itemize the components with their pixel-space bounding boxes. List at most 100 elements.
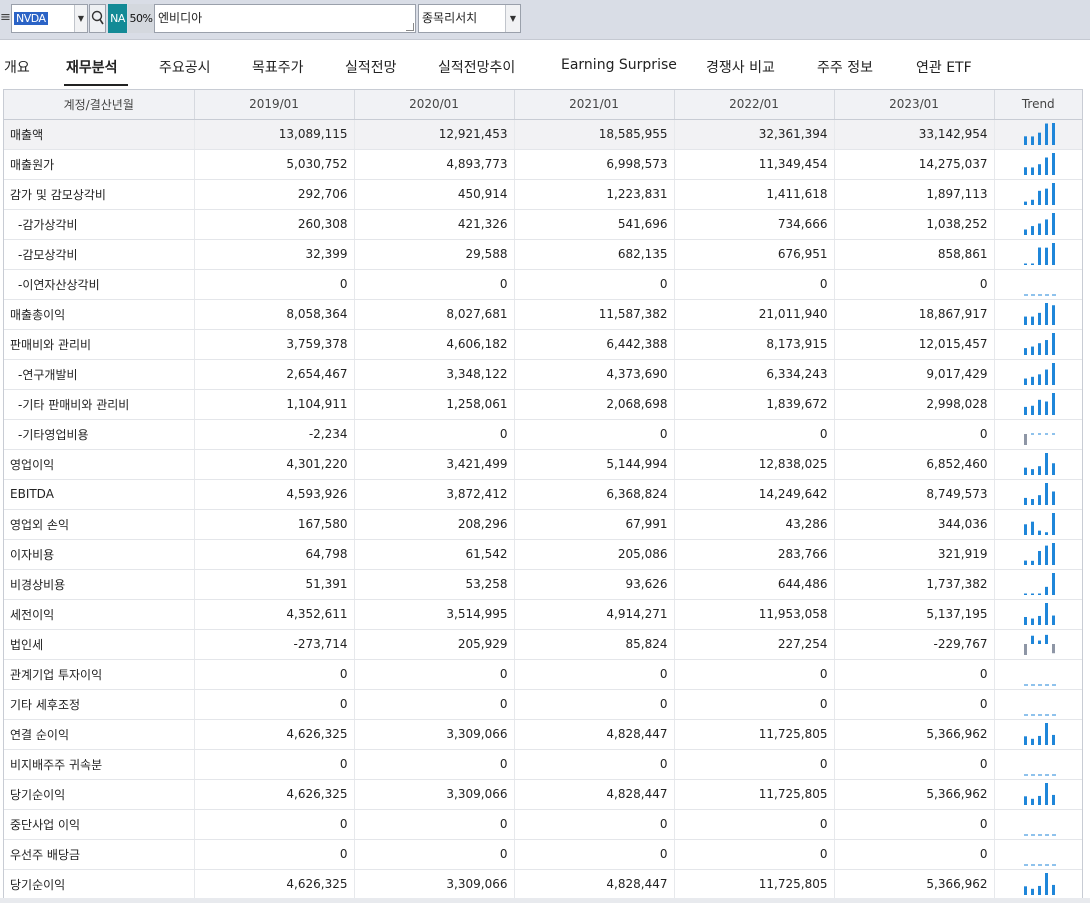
cell-value: 682,135 (514, 239, 675, 270)
trend-cell (994, 119, 1082, 150)
tab-forecast-trend[interactable]: 실적전망추이 (438, 57, 515, 77)
trend-bar (1023, 796, 1027, 805)
search-button[interactable] (89, 4, 106, 33)
trend-bar (1044, 545, 1048, 565)
cell-value: 11,725,805 (674, 779, 835, 810)
research-select[interactable]: 종목리서치 ▼ (418, 4, 521, 33)
table-row[interactable]: 관계기업 투자이익 0 0 0 0 0 (4, 659, 1082, 690)
trend-bar (1030, 635, 1034, 644)
trend-bar (1044, 453, 1048, 475)
table-row[interactable]: 연결 순이익 4,626,325 3,309,066 4,828,447 11,725,… (4, 719, 1082, 750)
row-label: 영업외 손익 (4, 509, 195, 540)
tab-financial-analysis[interactable]: 재무분석 (66, 57, 118, 77)
cell-value: 0 (834, 689, 995, 720)
table-row[interactable]: -감가상각비 260,308 421,326 541,696 734,666 1,038,… (4, 209, 1082, 240)
cell-value: 4,352,611 (194, 599, 355, 630)
trend-bar (1051, 153, 1055, 175)
cell-value: 0 (354, 689, 515, 720)
table-row[interactable]: -감모상각비 32,399 29,588 682,135 676,951 858,861 (4, 239, 1082, 270)
table-row[interactable]: 법인세 -273,714 205,929 85,824 227,254 -229,767 (4, 629, 1082, 660)
table-row[interactable]: 판매비와 관리비 3,759,378 4,606,182 6,442,388 8,173… (4, 329, 1082, 360)
table-row[interactable]: 당기순이익 4,626,325 3,309,066 4,828,447 11,725,8… (4, 779, 1082, 810)
tab-disclosures[interactable]: 주요공시 (159, 57, 211, 77)
trend-bar (1023, 348, 1027, 355)
trend-bar (1023, 736, 1027, 745)
cell-value: 4,828,447 (514, 719, 675, 750)
row-label: -기타 판매비와 관리비 (4, 389, 195, 420)
chevron-down-icon[interactable]: ▼ (74, 5, 87, 32)
trend-bar (1037, 495, 1041, 505)
table-row[interactable]: 비경상비용 51,391 53,258 93,626 644,486 1,737,382 (4, 569, 1082, 600)
cell-value: 858,861 (834, 239, 995, 270)
tab-overview[interactable]: 개요 (4, 57, 30, 77)
table-row[interactable]: 이자비용 64,798 61,542 205,086 283,766 321,919 (4, 539, 1082, 570)
column-header: 2022/01 (674, 90, 835, 120)
table-row[interactable]: -기타영업비용 -2,234 0 0 0 0 (4, 419, 1082, 450)
company-name-field[interactable]: 엔비디아 (154, 4, 416, 33)
tab-shareholder-info[interactable]: 주주 정보 (817, 57, 873, 77)
table-row[interactable]: 매출원가 5,030,752 4,893,773 6,998,573 11,349,45… (4, 149, 1082, 180)
trend-bar (1051, 513, 1055, 535)
cell-value: 208,296 (354, 509, 515, 540)
row-label: -감가상각비 (4, 209, 195, 240)
trend-cell (994, 269, 1082, 300)
cell-value: 6,368,824 (514, 479, 675, 510)
table-row[interactable]: 중단사업 이익 0 0 0 0 0 (4, 809, 1082, 840)
table-row[interactable]: 매출액 13,089,115 12,921,453 18,585,955 32,361,… (4, 119, 1082, 150)
trend-zero-mark (1051, 774, 1056, 776)
column-header: 2019/01 (194, 90, 355, 120)
cell-value: -273,714 (194, 629, 355, 660)
table-row[interactable]: 영업이익 4,301,220 3,421,499 5,144,994 12,838,02… (4, 449, 1082, 480)
trend-zero-mark (1051, 714, 1056, 716)
trend-cell (994, 239, 1082, 270)
table-row[interactable]: 세전이익 4,352,611 3,514,995 4,914,271 11,953,05… (4, 599, 1082, 630)
trend-cell (994, 389, 1082, 420)
cell-value: 8,173,915 (674, 329, 835, 360)
trend-bar (1051, 491, 1055, 505)
toolbar: ≡ NVDA ▼ NA 50% 엔비디아 종목리서치 ▼ (0, 0, 1090, 40)
tab-target-price[interactable]: 목표주가 (252, 57, 304, 77)
trend-bar (1023, 467, 1027, 475)
cell-value: 0 (834, 809, 995, 840)
trend-zero-mark (1037, 834, 1042, 836)
table-row[interactable]: 비지배주주 귀속분 0 0 0 0 0 (4, 749, 1082, 780)
trend-bar (1044, 873, 1048, 895)
cell-value: 0 (354, 269, 515, 300)
table-row[interactable]: -이연자산상각비 0 0 0 0 0 (4, 269, 1082, 300)
table-row[interactable]: 우선주 배당금 0 0 0 0 0 (4, 839, 1082, 870)
tab-earnings-forecast[interactable]: 실적전망 (345, 57, 397, 77)
trend-zero-mark (1044, 834, 1049, 836)
row-label: 관계기업 투자이익 (4, 659, 195, 690)
trend-bar (1030, 469, 1034, 475)
trend-bar (1037, 593, 1041, 595)
trend-cell (994, 509, 1082, 540)
row-label: 매출원가 (4, 149, 195, 180)
table-row[interactable]: 영업외 손익 167,580 208,296 67,991 43,286 344,036 (4, 509, 1082, 540)
table-row[interactable]: 기타 세후조정 0 0 0 0 0 (4, 689, 1082, 720)
trend-bar (1030, 888, 1034, 895)
table-row[interactable]: EBITDA 4,593,926 3,872,412 6,368,824 14,249,… (4, 479, 1082, 510)
cell-value: 421,326 (354, 209, 515, 240)
search-icon (91, 10, 104, 25)
menu-icon[interactable]: ≡ (0, 10, 11, 25)
trend-bar (1023, 378, 1027, 385)
cell-value: 61,542 (354, 539, 515, 570)
trend-bar (1051, 734, 1055, 745)
ticker-code-input[interactable]: NVDA ▼ (11, 4, 88, 33)
table-row[interactable]: -연구개발비 2,654,467 3,348,122 4,373,690 6,334,2… (4, 359, 1082, 390)
tab-peer-comparison[interactable]: 경쟁사 비교 (706, 57, 775, 77)
tab-earning-surprise[interactable]: Earning Surprise (561, 57, 677, 73)
trend-cell (994, 749, 1082, 780)
row-label: 매출총이익 (4, 299, 195, 330)
table-row[interactable]: 감가 및 감모상각비 292,706 450,914 1,223,831 1,411,6… (4, 179, 1082, 210)
table-row[interactable]: -기타 판매비와 관리비 1,104,911 1,258,061 2,068,698 1… (4, 389, 1082, 420)
cell-value: 12,838,025 (674, 449, 835, 480)
cell-value: 205,929 (354, 629, 515, 660)
table-row[interactable]: 당기순이익 4,626,325 3,309,066 4,828,447 11,725,8… (4, 869, 1082, 900)
chevron-down-icon[interactable]: ▼ (505, 5, 520, 32)
cell-value: 14,275,037 (834, 149, 995, 180)
table-row[interactable]: 매출총이익 8,058,364 8,027,681 11,587,382 21,011,… (4, 299, 1082, 330)
cell-value: 344,036 (834, 509, 995, 540)
column-header: 2023/01 (834, 90, 995, 120)
tab-related-etf[interactable]: 연관 ETF (916, 57, 972, 77)
